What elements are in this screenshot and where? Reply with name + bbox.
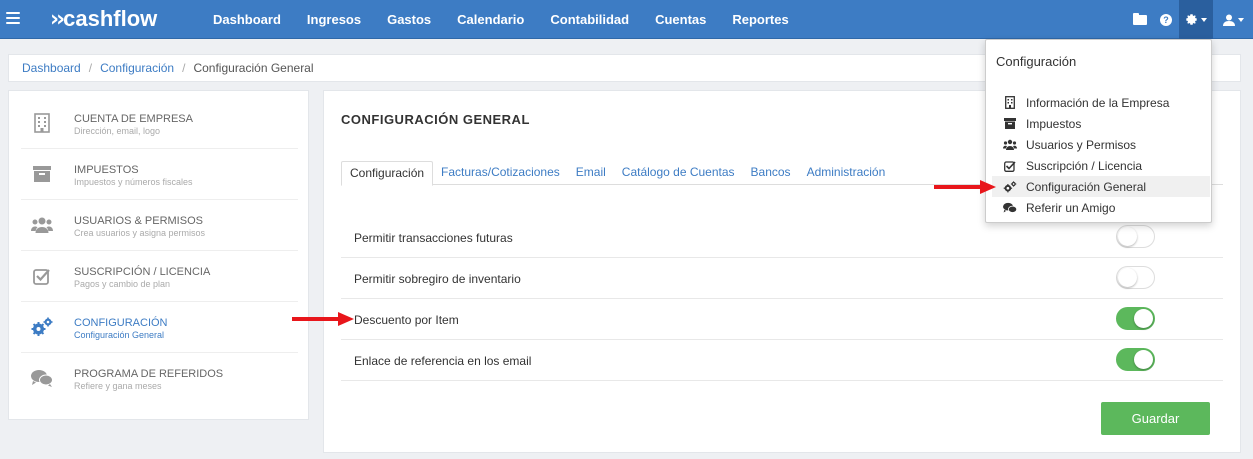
sidebar-item-subtitle: Configuración General <box>74 330 165 340</box>
help-icon[interactable]: ? <box>1153 0 1179 39</box>
dropdown-item-label: Configuración General <box>1026 179 1147 194</box>
toggle-descuento-item[interactable] <box>1116 307 1155 330</box>
save-button[interactable]: Guardar <box>1101 402 1210 435</box>
main-nav: Dashboard Ingresos Gastos Calendario Con… <box>200 0 802 39</box>
sidebar-item-title: CONFIGURACIÓN <box>74 317 168 329</box>
nav-reportes[interactable]: Reportes <box>719 0 801 39</box>
toggle-knob <box>1118 268 1137 287</box>
dropdown-header: Configuración <box>996 54 1077 69</box>
breadcrumb-configuracion[interactable]: Configuración <box>100 61 174 75</box>
setting-row: Permitir transacciones futuras <box>341 217 1223 258</box>
nav-gastos[interactable]: Gastos <box>374 0 444 39</box>
setting-row: Permitir sobregiro de inventario <box>341 258 1223 299</box>
settings-menu-button[interactable] <box>1179 0 1213 39</box>
logo-mark-icon: ›› <box>50 6 65 32</box>
toggle-knob <box>1134 350 1153 369</box>
check-square-icon <box>31 265 53 287</box>
breadcrumb-separator: / <box>182 61 186 75</box>
sidebar-item-title: USUARIOS & PERMISOS <box>74 215 203 227</box>
check-square-icon <box>1003 159 1017 173</box>
dropdown-item-label: Suscripción / Licencia <box>1026 158 1143 173</box>
users-icon <box>31 214 53 236</box>
setting-row: Enlace de referencia en los email <box>341 340 1223 381</box>
sidebar-item-title: SUSCRIPCIÓN / LICENCIA <box>74 266 211 278</box>
toggle-knob <box>1134 309 1153 328</box>
tab-configuracion[interactable]: Configuración <box>341 161 434 186</box>
sidebar-item-subtitle: Pagos y cambio de plan <box>74 279 171 289</box>
nav-right-tools: ? <box>1127 0 1253 39</box>
dropdown-item-label: Impuestos <box>1026 116 1082 131</box>
menu-icon[interactable] <box>6 12 20 24</box>
chevron-down-icon <box>1237 17 1244 22</box>
dropdown-item-usuarios-permisos[interactable]: Usuarios y Permisos <box>992 134 1210 155</box>
archive-icon <box>31 163 53 185</box>
chat-icon <box>1003 201 1017 215</box>
sidebar-item-referidos[interactable]: PROGRAMA DE REFERIDOS Refiere y gana mes… <box>21 353 298 404</box>
setting-label: Permitir sobregiro de inventario <box>354 272 521 286</box>
nav-calendario[interactable]: Calendario <box>444 0 537 39</box>
toggle-sobregiro-inventario[interactable] <box>1116 266 1155 289</box>
tab-bancos[interactable]: Bancos <box>743 161 799 184</box>
dropdown-item-suscripcion-licencia[interactable]: Suscripción / Licencia <box>992 155 1210 176</box>
chat-icon <box>31 367 53 389</box>
sidebar-item-subtitle: Refiere y gana meses <box>74 381 162 391</box>
gear-icon <box>1186 14 1197 25</box>
sidebar-item-cuenta-empresa[interactable]: CUENTA DE EMPRESA Dirección, email, logo <box>21 98 298 149</box>
dropdown-item-configuracion-general[interactable]: Configuración General <box>992 176 1210 197</box>
users-icon <box>1003 138 1017 152</box>
chevron-down-icon <box>1201 17 1207 22</box>
sidebar-item-title: PROGRAMA DE REFERIDOS <box>74 368 224 380</box>
sidebar-item-impuestos[interactable]: IMPUESTOS Impuestos y números fiscales <box>21 149 298 200</box>
building-icon <box>31 112 53 134</box>
toggle-knob <box>1118 227 1137 246</box>
tab-email[interactable]: Email <box>568 161 614 184</box>
gears-icon <box>31 316 53 338</box>
toggle-transacciones-futuras[interactable] <box>1116 225 1155 248</box>
archive-icon <box>1003 117 1017 131</box>
nav-contabilidad[interactable]: Contabilidad <box>537 0 642 39</box>
breadcrumb-current: Configuración General <box>193 61 314 75</box>
setting-row: Descuento por Item <box>341 299 1223 340</box>
sidebar-item-subtitle: Crea usuarios y asigna permisos <box>74 228 206 238</box>
red-arrow-icon <box>292 312 354 326</box>
page-title: CONFIGURACIÓN GENERAL <box>341 112 530 127</box>
tab-administracion[interactable]: Administración <box>799 161 894 184</box>
top-navbar: ›› cashflow Dashboard Ingresos Gastos Ca… <box>0 0 1253 39</box>
sidebar-item-title: IMPUESTOS <box>74 164 139 176</box>
dropdown-item-referir-amigo[interactable]: Referir un Amigo <box>992 197 1210 218</box>
setting-label: Enlace de referencia en los email <box>354 354 532 368</box>
nav-ingresos[interactable]: Ingresos <box>294 0 374 39</box>
tab-catalogo-cuentas[interactable]: Catálogo de Cuentas <box>614 161 743 184</box>
user-icon <box>1222 14 1235 26</box>
breadcrumb-dashboard[interactable]: Dashboard <box>22 61 81 75</box>
dropdown-item-label: Usuarios y Permisos <box>1026 137 1137 152</box>
sidebar-item-subtitle: Dirección, email, logo <box>74 126 161 136</box>
settings-sidebar: CUENTA DE EMPRESA Dirección, email, logo… <box>8 90 309 420</box>
sidebar-item-configuracion[interactable]: CONFIGURACIÓN Configuración General <box>21 302 298 353</box>
folder-icon[interactable] <box>1127 0 1153 39</box>
sidebar-item-suscripcion[interactable]: SUSCRIPCIÓN / LICENCIA Pagos y cambio de… <box>21 251 298 302</box>
breadcrumb-separator: / <box>88 61 93 75</box>
settings-dropdown-menu: Configuración Información de la Empresa … <box>985 39 1212 223</box>
sidebar-item-usuarios[interactable]: USUARIOS & PERMISOS Crea usuarios y asig… <box>21 200 298 251</box>
sidebar-item-subtitle: Impuestos y números fiscales <box>74 177 193 187</box>
nav-cuentas[interactable]: Cuentas <box>642 0 719 39</box>
dropdown-item-impuestos[interactable]: Impuestos <box>992 113 1210 134</box>
sidebar-item-title: CUENTA DE EMPRESA <box>74 113 193 125</box>
logo-text: cashflow <box>63 6 158 31</box>
dropdown-item-label: Información de la Empresa <box>1026 95 1170 110</box>
red-arrow-icon <box>934 180 996 194</box>
dropdown-item-label: Referir un Amigo <box>1026 200 1116 215</box>
user-menu-button[interactable] <box>1213 0 1253 39</box>
setting-label: Permitir transacciones futuras <box>354 231 513 245</box>
building-icon <box>1003 96 1017 110</box>
settings-list: Permitir transacciones futuras Permitir … <box>341 217 1223 381</box>
tab-facturas-cotizaciones[interactable]: Facturas/Cotizaciones <box>433 161 568 184</box>
setting-label: Descuento por Item <box>354 313 459 327</box>
app-logo[interactable]: ›› cashflow <box>50 6 157 32</box>
toggle-enlace-referencia[interactable] <box>1116 348 1155 371</box>
dropdown-item-informacion-empresa[interactable]: Información de la Empresa <box>992 92 1210 113</box>
gears-icon <box>1003 180 1017 194</box>
nav-dashboard[interactable]: Dashboard <box>200 0 294 39</box>
